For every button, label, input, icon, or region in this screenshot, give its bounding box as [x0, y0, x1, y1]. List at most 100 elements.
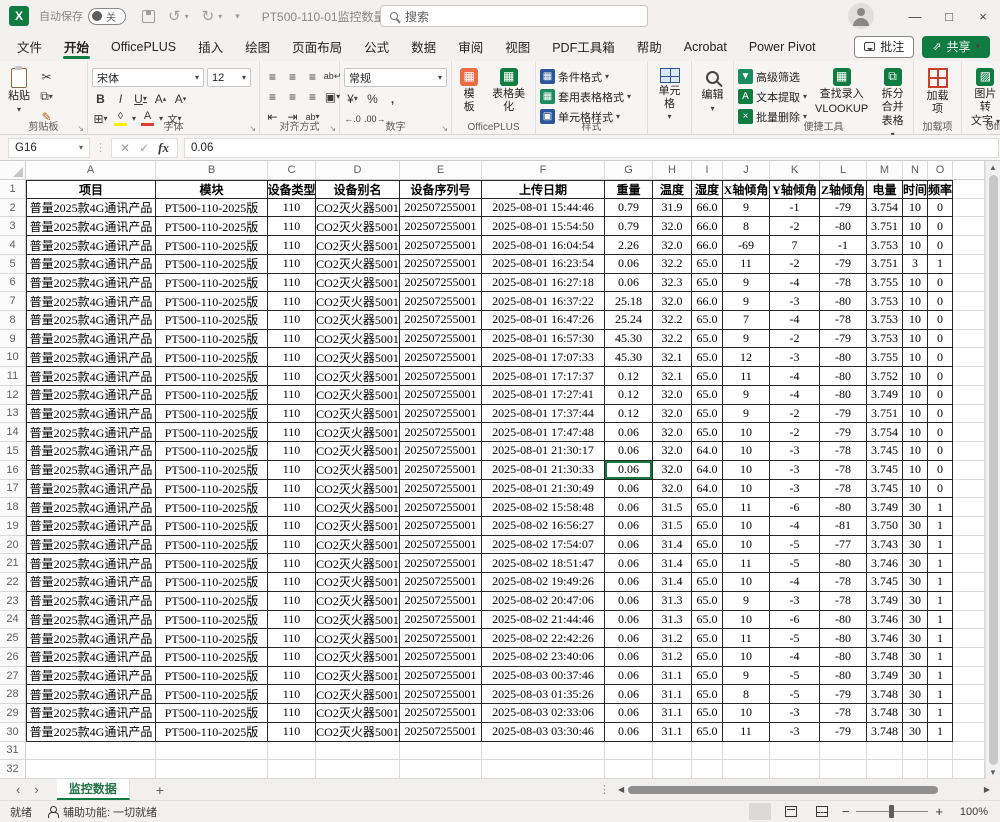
cell-L28[interactable]: -79 — [820, 685, 867, 704]
column-header-B[interactable]: B — [156, 161, 268, 180]
cell-G11[interactable]: 0.12 — [605, 367, 653, 386]
cell-I27[interactable]: 65.0 — [692, 667, 723, 686]
cell-B9[interactable]: PT500-110-2025版 — [156, 330, 268, 349]
cell-C16[interactable]: 110 — [268, 461, 316, 480]
cell-N8[interactable]: 10 — [903, 311, 928, 330]
cell-N6[interactable]: 10 — [903, 274, 928, 293]
number-dialog-launcher-icon[interactable]: ↘ — [441, 124, 448, 133]
cell-F27[interactable]: 2025-08-03 00:37:46 — [482, 667, 605, 686]
cell-N11[interactable]: 10 — [903, 367, 928, 386]
row-header-22[interactable]: 22 — [0, 573, 26, 592]
cell-N14[interactable]: 10 — [903, 423, 928, 442]
cell-G28[interactable]: 0.06 — [605, 685, 653, 704]
cell-J19[interactable]: 10 — [723, 517, 770, 536]
cell-C19[interactable]: 110 — [268, 517, 316, 536]
cell-D21[interactable]: CO2灭火器5001 — [316, 554, 400, 573]
vertical-scrollbar[interactable]: ▲ ▼ — [985, 161, 1000, 779]
cell-K10[interactable]: -3 — [770, 348, 820, 367]
cell-C7[interactable]: 110 — [268, 292, 316, 311]
empty-cell[interactable] — [953, 442, 985, 461]
cell-K17[interactable]: -3 — [770, 480, 820, 499]
tab-数据[interactable]: 数据 — [400, 32, 447, 61]
cell-O5[interactable]: 1 — [928, 255, 953, 274]
cell-C12[interactable]: 110 — [268, 386, 316, 405]
cell-K26[interactable]: -4 — [770, 648, 820, 667]
cell-M15[interactable]: 3.745 — [867, 442, 903, 461]
cell-O6[interactable]: 0 — [928, 274, 953, 293]
cell-N29[interactable]: 30 — [903, 704, 928, 723]
row-header-2[interactable]: 2 — [0, 199, 26, 218]
cell-N10[interactable]: 10 — [903, 348, 928, 367]
cell-A13[interactable]: 普量2025款4G通讯产品 — [26, 405, 156, 424]
column-header-A[interactable]: A — [26, 161, 156, 180]
tab-插入[interactable]: 插入 — [187, 32, 234, 61]
cell-A6[interactable]: 普量2025款4G通讯产品 — [26, 274, 156, 293]
cell-N4[interactable]: 10 — [903, 236, 928, 255]
empty-cell[interactable] — [953, 498, 985, 517]
cell-O16[interactable]: 0 — [928, 461, 953, 480]
column-header-I[interactable]: I — [692, 161, 723, 180]
cell-O26[interactable]: 1 — [928, 648, 953, 667]
cell-O11[interactable]: 0 — [928, 367, 953, 386]
empty-cell[interactable] — [953, 611, 985, 630]
zoom-slider-thumb[interactable] — [889, 805, 894, 818]
cell-H24[interactable]: 31.3 — [653, 611, 692, 630]
cell-L24[interactable]: -80 — [820, 611, 867, 630]
cell-H30[interactable]: 31.1 — [653, 723, 692, 742]
cell-J6[interactable]: 9 — [723, 274, 770, 293]
cell-G20[interactable]: 0.06 — [605, 536, 653, 555]
cell-J30[interactable]: 11 — [723, 723, 770, 742]
cell-I5[interactable]: 65.0 — [692, 255, 723, 274]
undo-caret-icon[interactable]: ▾ — [185, 12, 189, 21]
cell-I26[interactable]: 65.0 — [692, 648, 723, 667]
empty-cell[interactable] — [953, 330, 985, 349]
cell-O10[interactable]: 0 — [928, 348, 953, 367]
empty-cell[interactable] — [867, 760, 903, 779]
vertical-scroll-thumb[interactable] — [989, 175, 998, 765]
header-cell-A1[interactable]: 项目 — [26, 180, 156, 199]
cell-K19[interactable]: -4 — [770, 517, 820, 536]
cell-L26[interactable]: -80 — [820, 648, 867, 667]
cell-G24[interactable]: 0.06 — [605, 611, 653, 630]
cell-A26[interactable]: 普量2025款4G通讯产品 — [26, 648, 156, 667]
cell-H12[interactable]: 32.0 — [653, 386, 692, 405]
cell-E9[interactable]: 202507255001 — [400, 330, 482, 349]
tab-Power Pivot[interactable]: Power Pivot — [738, 32, 827, 61]
row-header-19[interactable]: 19 — [0, 517, 26, 536]
empty-cell[interactable] — [953, 517, 985, 536]
row-header-15[interactable]: 15 — [0, 442, 26, 461]
maximize-button[interactable]: □ — [932, 0, 966, 32]
column-header-C[interactable]: C — [268, 161, 316, 180]
empty-cell[interactable] — [605, 760, 653, 779]
clipboard-dialog-launcher-icon[interactable]: ↘ — [77, 124, 84, 133]
select-all-corner[interactable] — [0, 161, 26, 180]
cell-F10[interactable]: 2025-08-01 17:07:33 — [482, 348, 605, 367]
cell-D24[interactable]: CO2灭火器5001 — [316, 611, 400, 630]
cell-G8[interactable]: 25.24 — [605, 311, 653, 330]
cell-A25[interactable]: 普量2025款4G通讯产品 — [26, 629, 156, 648]
excel-logo-icon[interactable]: X — [9, 6, 29, 26]
cell-H8[interactable]: 32.2 — [653, 311, 692, 330]
horizontal-scrollbar[interactable]: ◀ ▶ — [618, 785, 990, 795]
cell-F26[interactable]: 2025-08-02 23:40:06 — [482, 648, 605, 667]
cell-M6[interactable]: 3.755 — [867, 274, 903, 293]
cell-F14[interactable]: 2025-08-01 17:47:48 — [482, 423, 605, 442]
merge-center-icon[interactable]: ▣▾ — [324, 88, 341, 105]
horizontal-scroll-thumb[interactable] — [628, 786, 937, 794]
cell-E4[interactable]: 202507255001 — [400, 236, 482, 255]
cell-L7[interactable]: -80 — [820, 292, 867, 311]
cell-L30[interactable]: -79 — [820, 723, 867, 742]
cell-D17[interactable]: CO2灭火器5001 — [316, 480, 400, 499]
cell-A15[interactable]: 普量2025款4G通讯产品 — [26, 442, 156, 461]
align-middle-icon[interactable]: ≡ — [284, 68, 301, 85]
cell-G30[interactable]: 0.06 — [605, 723, 653, 742]
cell-A9[interactable]: 普量2025款4G通讯产品 — [26, 330, 156, 349]
cell-J11[interactable]: 11 — [723, 367, 770, 386]
cell-O8[interactable]: 0 — [928, 311, 953, 330]
cell-F21[interactable]: 2025-08-02 18:51:47 — [482, 554, 605, 573]
text-extract-button[interactable]: A 文本提取▾ — [738, 88, 807, 105]
close-button[interactable]: × — [966, 0, 1000, 32]
empty-cell[interactable] — [400, 742, 482, 761]
cell-N2[interactable]: 10 — [903, 199, 928, 218]
empty-cell[interactable] — [953, 311, 985, 330]
